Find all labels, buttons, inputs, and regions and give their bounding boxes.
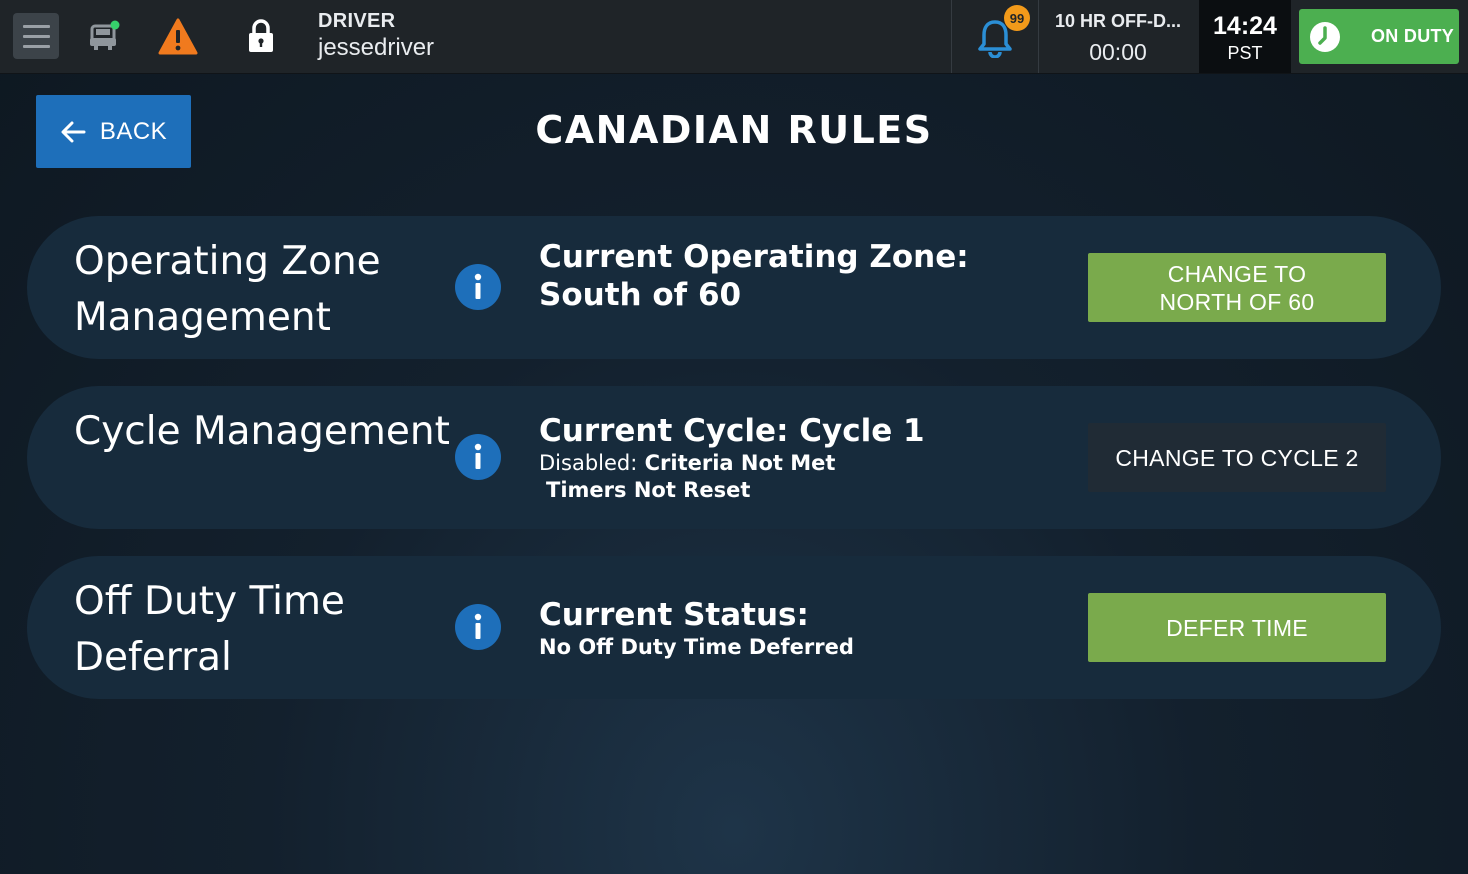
clock-time: 14:24 bbox=[1213, 12, 1277, 40]
duty-status-label: ON DUTY bbox=[1371, 26, 1455, 46]
change-cycle-button-label: CHANGE TO CYCLE 2 bbox=[1115, 444, 1359, 471]
info-icon[interactable] bbox=[455, 434, 501, 480]
info-icon[interactable] bbox=[455, 264, 501, 310]
menu-button[interactable] bbox=[13, 13, 59, 59]
cycle-management-card: Cycle Management Current Cycle: Cycle 1 … bbox=[27, 386, 1441, 529]
operating-zone-card: Operating Zone Management Current Operat… bbox=[27, 216, 1441, 359]
card-title: Operating Zone Management bbox=[74, 239, 381, 340]
clock-icon bbox=[1310, 21, 1340, 52]
current-zone-label: Current Operating Zone: bbox=[539, 239, 969, 275]
driver-info[interactable]: DRIVER jessedriver bbox=[318, 10, 434, 62]
driver-label: DRIVER bbox=[318, 10, 396, 32]
clock: 14:24 PST bbox=[1199, 0, 1291, 73]
menu-icon bbox=[22, 24, 50, 28]
warning-icon[interactable] bbox=[158, 18, 198, 56]
current-status-value: No Off Duty Time Deferred bbox=[539, 635, 854, 659]
card-title: Cycle Management bbox=[74, 409, 450, 454]
top-bar: DRIVER jessedriver 99 10 HR OFF-D... 00:… bbox=[0, 0, 1468, 74]
disabled-reason-timers: Timers Not Reset bbox=[546, 478, 751, 502]
driver-name: jessedriver bbox=[318, 34, 435, 61]
change-zone-button-label: CHANGE TO NORTH OF 60 bbox=[1159, 260, 1315, 315]
change-cycle-button[interactable]: CHANGE TO CYCLE 2 bbox=[1088, 423, 1386, 492]
duty-status-button[interactable]: ON DUTY bbox=[1299, 9, 1459, 64]
defer-time-button-label: DEFER TIME bbox=[1166, 614, 1308, 641]
operating-zone-status: Current Operating Zone: South of 60 bbox=[539, 238, 969, 314]
page-title: CANADIAN RULES bbox=[535, 108, 933, 152]
lock-icon[interactable] bbox=[247, 18, 275, 54]
change-zone-button[interactable]: CHANGE TO NORTH OF 60 bbox=[1088, 253, 1386, 322]
defer-time-button[interactable]: DEFER TIME bbox=[1088, 593, 1386, 662]
notifications-button[interactable]: 99 bbox=[951, 0, 1039, 73]
current-cycle: Current Cycle: Cycle 1 bbox=[539, 413, 925, 449]
truck-icon[interactable] bbox=[86, 18, 122, 54]
notification-count-badge: 99 bbox=[1004, 5, 1030, 31]
disabled-prefix: Disabled: bbox=[539, 451, 638, 475]
disabled-reason: Disabled: Criteria Not Met bbox=[539, 450, 925, 477]
current-status-label: Current Status: bbox=[539, 597, 809, 633]
offduty-timer-label: 10 HR OFF-D... bbox=[1054, 11, 1181, 31]
current-zone-value: South of 60 bbox=[539, 277, 742, 313]
card-title: Off Duty Time Deferral bbox=[74, 579, 345, 680]
cycle-status: Current Cycle: Cycle 1 Disabled: Criteri… bbox=[539, 412, 925, 504]
offduty-timer-value: 00:00 bbox=[1089, 39, 1147, 65]
off-duty-deferral-card: Off Duty Time Deferral Current Status: N… bbox=[27, 556, 1441, 699]
disabled-reason-criteria: Criteria Not Met bbox=[644, 451, 836, 475]
info-icon[interactable] bbox=[455, 604, 501, 650]
offduty-timer[interactable]: 10 HR OFF-D... 00:00 bbox=[1038, 0, 1198, 73]
clock-timezone: PST bbox=[1227, 43, 1263, 63]
deferral-status: Current Status: No Off Duty Time Deferre… bbox=[539, 596, 854, 661]
